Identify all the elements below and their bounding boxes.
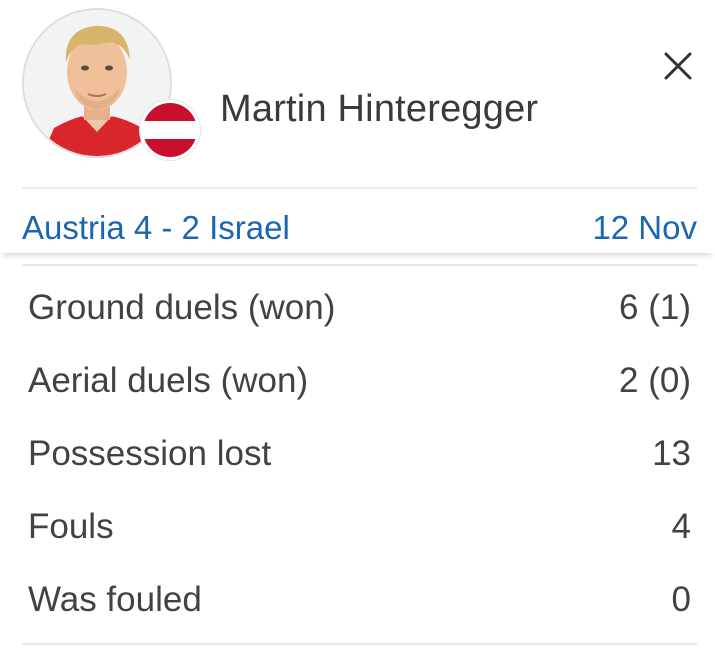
stat-value: 6 (1) (619, 288, 691, 327)
austria-flag-icon (140, 100, 200, 160)
stat-row-ground-duels: Ground duels (won) 6 (1) (0, 274, 715, 347)
match-row[interactable]: Austria 4 - 2 Israel 12 Nov (0, 189, 715, 253)
stat-row-aerial-duels: Aerial duels (won) 2 (0) (0, 347, 715, 420)
stat-label: Was fouled (28, 580, 202, 619)
stat-label: Ground duels (won) (28, 288, 336, 327)
stat-row-possession-lost: Possession lost 13 (0, 420, 715, 493)
stat-row-was-fouled: Was fouled 0 (0, 566, 715, 639)
match-date: 12 Nov (592, 209, 697, 246)
stat-value: 2 (0) (619, 361, 691, 400)
stat-row-fouls: Fouls 4 (0, 493, 715, 566)
stat-label: Aerial duels (won) (28, 361, 309, 400)
player-header: Martin Hinteregger (0, 0, 715, 188)
player-name: Martin Hinteregger (220, 88, 539, 130)
stat-value: 4 (671, 507, 691, 546)
close-icon[interactable] (656, 44, 700, 88)
close-button[interactable] (656, 44, 700, 88)
stats-divider (22, 264, 697, 266)
stat-label: Possession lost (28, 434, 272, 473)
match-title-link[interactable]: Austria 4 - 2 Israel (22, 209, 290, 247)
stats-list: Ground duels (won) 6 (1) Aerial duels (w… (0, 274, 715, 639)
bottom-divider (22, 643, 697, 645)
stat-label: Fouls (28, 507, 114, 546)
stat-value: 13 (652, 434, 691, 473)
stat-value: 0 (671, 580, 691, 619)
